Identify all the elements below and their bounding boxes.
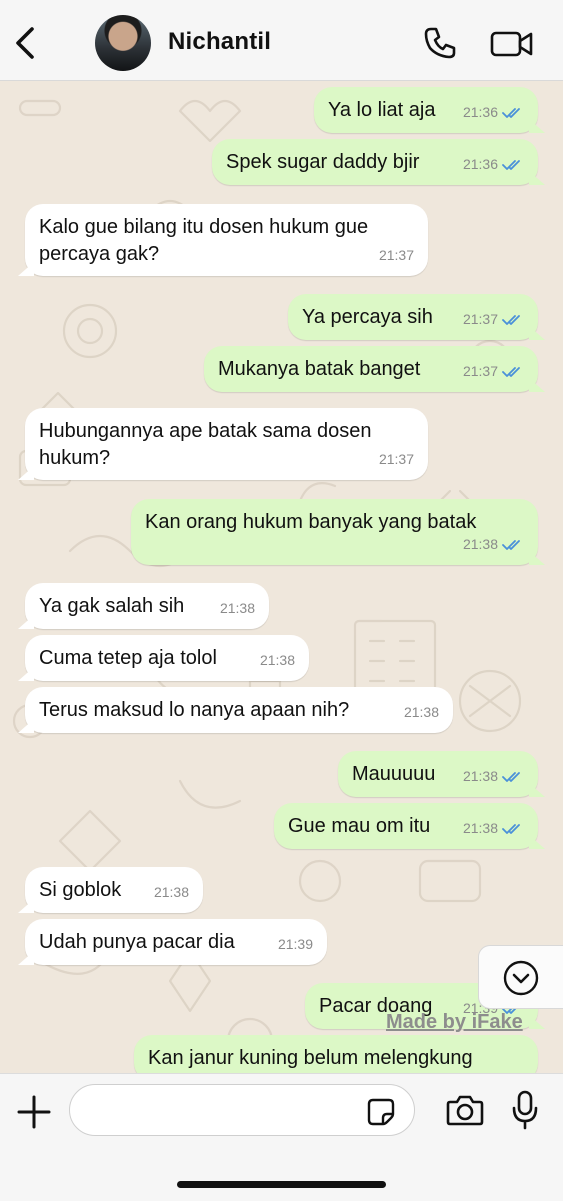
camera-icon[interactable] <box>446 1093 484 1127</box>
incoming-message-bubble[interactable]: Kalo gue bilang itu dosen hukum gue perca… <box>25 204 428 276</box>
message-meta: 21:36 <box>463 99 524 126</box>
message-text: Kalo gue bilang itu dosen hukum gue <box>39 216 369 238</box>
message-timestamp: 21:38 <box>462 536 498 552</box>
outgoing-message-bubble[interactable]: Kan orang hukum banyak yang batak 21:38 <box>131 499 538 565</box>
message-meta: 21:38 <box>463 815 524 842</box>
message-text: hukum? <box>39 447 111 469</box>
double-check-read-icon <box>502 159 520 170</box>
message-meta: 21:36 <box>463 151 524 178</box>
message-timestamp: 21:38 <box>462 820 498 836</box>
double-check-read-icon <box>502 771 520 782</box>
home-indicator <box>177 1181 386 1188</box>
scroll-to-bottom-button[interactable] <box>478 945 563 1009</box>
message-meta: 21:37 <box>379 242 414 269</box>
outgoing-message-bubble[interactable]: Spek sugar daddy bjir 21:36 <box>212 139 538 185</box>
contact-name[interactable]: Nichantil <box>168 28 271 56</box>
message-timestamp: 21:37 <box>462 363 498 379</box>
message-text: Kan janur kuning belum melengkung <box>148 1047 473 1069</box>
chevron-down-circle-icon <box>503 960 539 996</box>
message-timestamp: 21:38 <box>153 884 189 900</box>
incoming-message-bubble[interactable]: Ya gak salah sih 21:38 <box>25 583 269 629</box>
outgoing-message-bubble[interactable]: Gue mau om itu 21:38 <box>274 803 538 849</box>
message-timestamp: 21:37 <box>462 311 498 327</box>
video-camera-icon[interactable] <box>490 28 534 60</box>
double-check-read-icon <box>502 539 520 550</box>
plus-icon[interactable] <box>16 1094 52 1130</box>
message-timestamp: 21:38 <box>403 704 439 720</box>
message-timestamp: 21:38 <box>219 600 255 616</box>
message-text: Cuma tetep aja tolol <box>39 647 217 669</box>
message-timestamp: 21:38 <box>259 652 295 668</box>
message-timestamp: 21:38 <box>462 768 498 784</box>
outgoing-message-bubble[interactable]: Ya percaya sih 21:37 <box>288 294 538 340</box>
message-input[interactable] <box>69 1084 415 1136</box>
microphone-icon[interactable] <box>512 1090 538 1130</box>
message-meta: 21:37 <box>463 358 524 385</box>
message-timestamp: 21:37 <box>378 247 414 263</box>
message-meta: 21:38 <box>260 647 295 674</box>
message-meta: 21:38 <box>154 879 189 906</box>
chat-header: Nichantil <box>0 0 563 81</box>
outgoing-message-bubble[interactable]: Mukanya batak banget 21:37 <box>204 346 538 392</box>
message-timestamp: 21:36 <box>462 156 498 172</box>
sticker-icon[interactable] <box>366 1097 396 1127</box>
chevron-left-icon[interactable] <box>12 26 40 60</box>
incoming-message-bubble[interactable]: Hubungannya ape batak sama dosen hukum? 21… <box>25 408 428 480</box>
incoming-message-bubble[interactable]: Cuma tetep aja tolol 21:38 <box>25 635 309 681</box>
double-check-read-icon <box>502 314 520 325</box>
message-meta: 21:37 <box>379 446 414 473</box>
incoming-message-bubble[interactable]: Udah punya pacar dia 21:39 <box>25 919 327 965</box>
message-meta: 21:38 <box>463 531 524 558</box>
incoming-message-bubble[interactable]: Si goblok 21:38 <box>25 867 203 913</box>
message-text: Hubungannya ape batak sama dosen <box>39 420 372 442</box>
message-text: percaya gak? <box>39 243 160 265</box>
double-check-read-icon <box>502 823 520 834</box>
outgoing-message-bubble[interactable]: Mauuuuu 21:38 <box>338 751 538 797</box>
message-timestamp: 21:39 <box>277 936 313 952</box>
incoming-message-bubble[interactable]: Terus maksud lo nanya apaan nih? 21:38 <box>25 687 453 733</box>
message-text: Udah punya pacar dia <box>39 931 235 953</box>
message-meta: 21:39 <box>278 931 313 958</box>
message-meta: 21:37 <box>463 306 524 333</box>
double-check-read-icon <box>502 107 520 118</box>
message-meta: 21:38 <box>404 699 439 726</box>
message-timestamp: 21:36 <box>462 104 498 120</box>
phone-icon[interactable] <box>422 25 458 61</box>
watermark: Made by iFake <box>386 1011 523 1033</box>
message-meta: 21:38 <box>220 595 255 622</box>
avatar[interactable] <box>95 15 151 71</box>
double-check-read-icon <box>502 366 520 377</box>
message-text: Terus maksud lo nanya apaan nih? <box>39 699 350 721</box>
message-meta: 21:38 <box>463 763 524 790</box>
composer-bar <box>0 1073 563 1201</box>
message-timestamp: 21:37 <box>378 451 414 467</box>
outgoing-message-bubble[interactable]: Ya lo liat aja 21:36 <box>314 87 538 133</box>
